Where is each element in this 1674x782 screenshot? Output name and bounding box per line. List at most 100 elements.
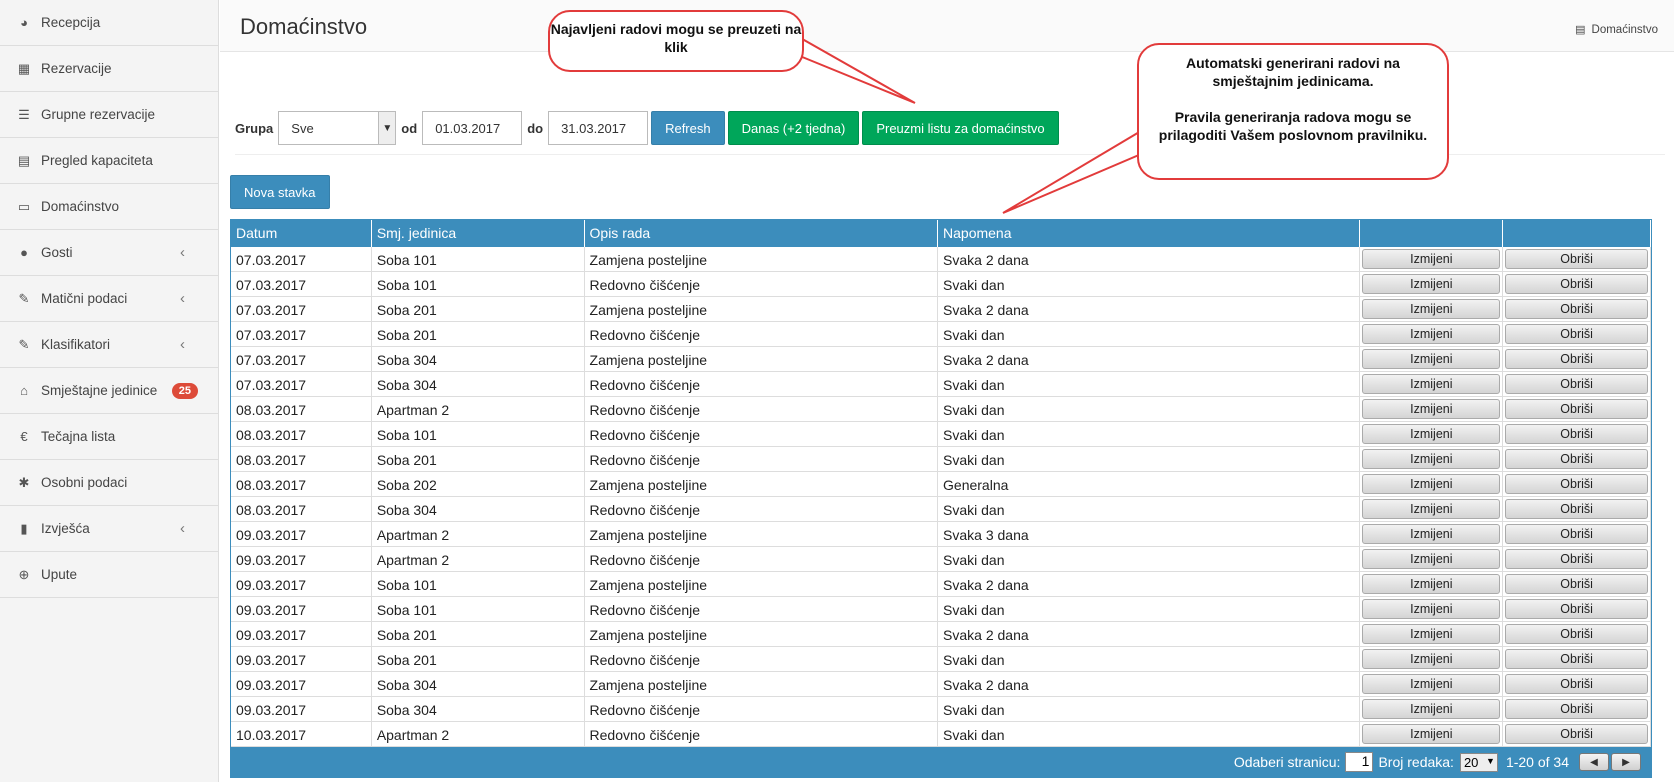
- sidebar-item-klasifikatori[interactable]: ✎ Klasifikatori ‹: [0, 322, 218, 368]
- column-header-jedinica[interactable]: Smj. jedinica: [372, 220, 585, 247]
- date-to-input[interactable]: 31.03.2017: [548, 111, 649, 145]
- obrisi-button[interactable]: Obriši: [1505, 374, 1649, 394]
- table-row[interactable]: 09.03.2017 Soba 201 Zamjena posteljine Svak…: [231, 622, 1652, 647]
- izmijeni-button[interactable]: Izmijeni: [1362, 324, 1501, 344]
- obrisi-button[interactable]: Obriši: [1505, 599, 1649, 619]
- obrisi-button[interactable]: Obriši: [1505, 624, 1649, 644]
- table-row[interactable]: 10.03.2017 Apartman 2 Redovno čišćenje Svak…: [231, 722, 1652, 747]
- izmijeni-button[interactable]: Izmijeni: [1362, 399, 1501, 419]
- izmijeni-button[interactable]: Izmijeni: [1362, 424, 1501, 444]
- izmijeni-button[interactable]: Izmijeni: [1362, 499, 1501, 519]
- column-header-napomena[interactable]: Napomena: [938, 220, 1361, 247]
- table-row[interactable]: 09.03.2017 Apartman 2 Redovno čišćenje Svak…: [231, 547, 1652, 572]
- sidebar-item-recepcija[interactable]: ◕ Recepcija: [0, 0, 218, 46]
- edit-cell: Izmijeni: [1360, 647, 1504, 671]
- obrisi-button[interactable]: Obriši: [1505, 699, 1649, 719]
- table-row[interactable]: 09.03.2017 Soba 304 Zamjena posteljine Svak…: [231, 672, 1652, 697]
- sidebar-item-te-ajna-lista[interactable]: € Tečajna lista: [0, 414, 218, 460]
- obrisi-button[interactable]: Obriši: [1505, 574, 1649, 594]
- obrisi-button[interactable]: Obriši: [1505, 349, 1649, 369]
- table-row[interactable]: 09.03.2017 Soba 201 Redovno čišćenje Svaki …: [231, 647, 1652, 672]
- sidebar-item-izvje-a[interactable]: ▮ Izvješća ‹: [0, 506, 218, 552]
- izmijeni-button[interactable]: Izmijeni: [1362, 574, 1501, 594]
- obrisi-button[interactable]: Obriši: [1505, 324, 1649, 344]
- obrisi-button[interactable]: Obriši: [1505, 499, 1649, 519]
- jedinica-cell: Soba 101: [372, 422, 585, 446]
- obrisi-button[interactable]: Obriši: [1505, 299, 1649, 319]
- preuzmi-listu-button[interactable]: Preuzmi listu za domaćinstvo: [862, 111, 1059, 145]
- table-row[interactable]: 08.03.2017 Apartman 2 Redovno čišćenje Svak…: [231, 397, 1652, 422]
- table-row[interactable]: 09.03.2017 Apartman 2 Zamjena posteljine Sv…: [231, 522, 1652, 547]
- table-row[interactable]: 09.03.2017 Soba 101 Zamjena posteljine Svak…: [231, 572, 1652, 597]
- izmijeni-button[interactable]: Izmijeni: [1362, 349, 1501, 369]
- obrisi-button[interactable]: Obriši: [1505, 674, 1649, 694]
- sidebar-item-upute[interactable]: ⊕ Upute: [0, 552, 218, 598]
- sidebar-item-osobni-podaci[interactable]: ✱ Osobni podaci: [0, 460, 218, 506]
- obrisi-button[interactable]: Obriši: [1505, 274, 1649, 294]
- table-row[interactable]: 07.03.2017 Soba 304 Redovno čišćenje Svaki …: [231, 372, 1652, 397]
- table-row[interactable]: 07.03.2017 Soba 201 Zamjena posteljine Svak…: [231, 297, 1652, 322]
- table-row[interactable]: 07.03.2017 Soba 101 Zamjena posteljine Svak…: [231, 247, 1652, 272]
- napomena-cell: Svaki dan: [938, 372, 1361, 396]
- rows-select[interactable]: 20 ▼: [1459, 752, 1498, 772]
- izmijeni-button[interactable]: Izmijeni: [1362, 249, 1501, 269]
- obrisi-button[interactable]: Obriši: [1505, 399, 1649, 419]
- izmijeni-button[interactable]: Izmijeni: [1362, 699, 1501, 719]
- table-row[interactable]: 08.03.2017 Soba 202 Zamjena posteljine Gene…: [231, 472, 1652, 497]
- obrisi-button[interactable]: Obriši: [1505, 449, 1649, 469]
- page-input[interactable]: 1: [1345, 752, 1374, 772]
- table-row[interactable]: 08.03.2017 Soba 101 Redovno čišćenje Svaki …: [231, 422, 1652, 447]
- table-row[interactable]: 08.03.2017 Soba 201 Redovno čišćenje Svaki …: [231, 447, 1652, 472]
- table-row[interactable]: 09.03.2017 Soba 304 Redovno čišćenje Svaki …: [231, 697, 1652, 722]
- edit-cell: Izmijeni: [1360, 497, 1504, 521]
- izmijeni-button[interactable]: Izmijeni: [1362, 624, 1501, 644]
- datum-cell: 09.03.2017: [231, 672, 372, 696]
- obrisi-button[interactable]: Obriši: [1505, 524, 1649, 544]
- danas-button[interactable]: Danas (+2 tjedna): [727, 111, 860, 145]
- izmijeni-button[interactable]: Izmijeni: [1362, 674, 1501, 694]
- sidebar-item-doma-instvo[interactable]: ▭ Domaćinstvo: [0, 184, 218, 230]
- izmijeni-button[interactable]: Izmijeni: [1362, 724, 1501, 744]
- obrisi-button[interactable]: Obriši: [1505, 424, 1649, 444]
- izmijeni-button[interactable]: Izmijeni: [1362, 474, 1501, 494]
- sidebar-item-grupne-rezervacije[interactable]: ☰ Grupne rezervacije: [0, 92, 218, 138]
- izmijeni-button[interactable]: Izmijeni: [1362, 299, 1501, 319]
- table-row[interactable]: 07.03.2017 Soba 201 Redovno čišćenje Svaki …: [231, 322, 1652, 347]
- izmijeni-button[interactable]: Izmijeni: [1362, 524, 1501, 544]
- obrisi-button[interactable]: Obriši: [1505, 549, 1649, 569]
- table-row[interactable]: 08.03.2017 Soba 304 Redovno čišćenje Svaki …: [231, 497, 1652, 522]
- obrisi-button[interactable]: Obriši: [1505, 249, 1649, 269]
- next-page-button[interactable]: ▶: [1611, 753, 1641, 771]
- obrisi-button[interactable]: Obriši: [1505, 724, 1649, 744]
- sidebar-item-gosti[interactable]: ● Gosti ‹: [0, 230, 218, 276]
- izmijeni-button[interactable]: Izmijeni: [1362, 274, 1501, 294]
- sidebar-item-rezervacije[interactable]: ▦ Rezervacije: [0, 46, 218, 92]
- breadcrumb[interactable]: ▤ Domaćinstvo: [1575, 23, 1658, 37]
- obrisi-button[interactable]: Obriši: [1505, 649, 1649, 669]
- table-row[interactable]: 09.03.2017 Soba 101 Redovno čišćenje Svaki …: [231, 597, 1652, 622]
- izmijeni-button[interactable]: Izmijeni: [1362, 649, 1501, 669]
- column-header-opis[interactable]: Opis rada: [585, 220, 939, 247]
- sidebar-item-smje-tajne-jedinice[interactable]: ⌂ Smještajne jedinice 25: [0, 368, 218, 414]
- jedinica-cell: Soba 304: [372, 347, 585, 371]
- izmijeni-button[interactable]: Izmijeni: [1362, 374, 1501, 394]
- sidebar-item-mati-ni-podaci[interactable]: ✎ Matični podaci ‹: [0, 276, 218, 322]
- table-row[interactable]: 07.03.2017 Soba 304 Zamjena posteljine Svak…: [231, 347, 1652, 372]
- prev-page-button[interactable]: ◀: [1579, 753, 1609, 771]
- opis-cell: Redovno čišćenje: [585, 447, 939, 471]
- column-header-datum[interactable]: Datum: [231, 220, 372, 247]
- napomena-cell: Svaka 2 dana: [938, 297, 1361, 321]
- grupa-select[interactable]: Sve ▼: [278, 111, 397, 145]
- nova-stavka-button[interactable]: Nova stavka: [230, 175, 330, 209]
- izmijeni-button[interactable]: Izmijeni: [1362, 549, 1501, 569]
- do-label: do: [527, 120, 544, 136]
- date-from-input[interactable]: 01.03.2017: [422, 111, 523, 145]
- napomena-cell: Svaki dan: [938, 497, 1361, 521]
- datum-cell: 08.03.2017: [231, 472, 372, 496]
- sidebar-item-pregled-kapaciteta[interactable]: ▤ Pregled kapaciteta: [0, 138, 218, 184]
- refresh-button[interactable]: Refresh: [651, 111, 725, 145]
- obrisi-button[interactable]: Obriši: [1505, 474, 1649, 494]
- izmijeni-button[interactable]: Izmijeni: [1362, 599, 1501, 619]
- izmijeni-button[interactable]: Izmijeni: [1362, 449, 1501, 469]
- table-row[interactable]: 07.03.2017 Soba 101 Redovno čišćenje Svaki …: [231, 272, 1652, 297]
